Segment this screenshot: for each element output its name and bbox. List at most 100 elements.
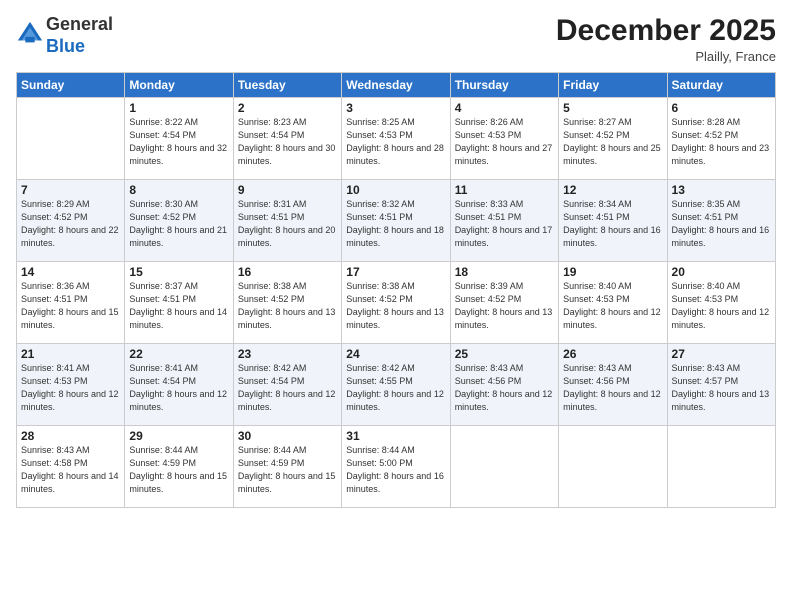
day-info: Sunrise: 8:42 AMSunset: 4:55 PMDaylight:… (346, 362, 445, 414)
week-row-4: 21Sunrise: 8:41 AMSunset: 4:53 PMDayligh… (17, 344, 776, 426)
day-info: Sunrise: 8:38 AMSunset: 4:52 PMDaylight:… (346, 280, 445, 332)
logo-blue: Blue (46, 36, 85, 56)
day-info: Sunrise: 8:39 AMSunset: 4:52 PMDaylight:… (455, 280, 554, 332)
day-cell: 16Sunrise: 8:38 AMSunset: 4:52 PMDayligh… (233, 262, 341, 344)
day-cell: 9Sunrise: 8:31 AMSunset: 4:51 PMDaylight… (233, 180, 341, 262)
day-info: Sunrise: 8:43 AMSunset: 4:56 PMDaylight:… (455, 362, 554, 414)
day-info: Sunrise: 8:35 AMSunset: 4:51 PMDaylight:… (672, 198, 771, 250)
day-info: Sunrise: 8:34 AMSunset: 4:51 PMDaylight:… (563, 198, 662, 250)
day-info: Sunrise: 8:38 AMSunset: 4:52 PMDaylight:… (238, 280, 337, 332)
calendar-table: SundayMondayTuesdayWednesdayThursdayFrid… (16, 72, 776, 508)
day-cell: 21Sunrise: 8:41 AMSunset: 4:53 PMDayligh… (17, 344, 125, 426)
day-info: Sunrise: 8:26 AMSunset: 4:53 PMDaylight:… (455, 116, 554, 168)
day-info: Sunrise: 8:36 AMSunset: 4:51 PMDaylight:… (21, 280, 120, 332)
day-info: Sunrise: 8:25 AMSunset: 4:53 PMDaylight:… (346, 116, 445, 168)
day-cell: 7Sunrise: 8:29 AMSunset: 4:52 PMDaylight… (17, 180, 125, 262)
day-info: Sunrise: 8:43 AMSunset: 4:56 PMDaylight:… (563, 362, 662, 414)
day-number: 14 (21, 265, 120, 279)
day-cell: 18Sunrise: 8:39 AMSunset: 4:52 PMDayligh… (450, 262, 558, 344)
day-number: 4 (455, 101, 554, 115)
day-number: 11 (455, 183, 554, 197)
day-number: 20 (672, 265, 771, 279)
week-row-2: 7Sunrise: 8:29 AMSunset: 4:52 PMDaylight… (17, 180, 776, 262)
day-info: Sunrise: 8:23 AMSunset: 4:54 PMDaylight:… (238, 116, 337, 168)
day-cell (450, 426, 558, 508)
day-number: 9 (238, 183, 337, 197)
day-number: 6 (672, 101, 771, 115)
weekday-saturday: Saturday (667, 73, 775, 98)
weekday-thursday: Thursday (450, 73, 558, 98)
day-number: 28 (21, 429, 120, 443)
day-number: 27 (672, 347, 771, 361)
logo-text: General Blue (46, 14, 113, 57)
day-number: 5 (563, 101, 662, 115)
weekday-friday: Friday (559, 73, 667, 98)
day-number: 12 (563, 183, 662, 197)
logo-general: General (46, 14, 113, 34)
day-info: Sunrise: 8:43 AMSunset: 4:58 PMDaylight:… (21, 444, 120, 496)
day-cell: 15Sunrise: 8:37 AMSunset: 4:51 PMDayligh… (125, 262, 233, 344)
logo-area: General Blue (16, 14, 113, 57)
day-info: Sunrise: 8:44 AMSunset: 4:59 PMDaylight:… (238, 444, 337, 496)
day-cell: 12Sunrise: 8:34 AMSunset: 4:51 PMDayligh… (559, 180, 667, 262)
day-cell: 2Sunrise: 8:23 AMSunset: 4:54 PMDaylight… (233, 98, 341, 180)
page: General Blue December 2025 Plailly, Fran… (0, 0, 792, 612)
location: Plailly, France (556, 49, 776, 64)
day-cell: 30Sunrise: 8:44 AMSunset: 4:59 PMDayligh… (233, 426, 341, 508)
day-info: Sunrise: 8:30 AMSunset: 4:52 PMDaylight:… (129, 198, 228, 250)
day-info: Sunrise: 8:40 AMSunset: 4:53 PMDaylight:… (672, 280, 771, 332)
day-number: 18 (455, 265, 554, 279)
day-info: Sunrise: 8:44 AMSunset: 5:00 PMDaylight:… (346, 444, 445, 496)
header: General Blue December 2025 Plailly, Fran… (16, 14, 776, 64)
day-number: 22 (129, 347, 228, 361)
day-number: 31 (346, 429, 445, 443)
day-number: 23 (238, 347, 337, 361)
day-cell: 29Sunrise: 8:44 AMSunset: 4:59 PMDayligh… (125, 426, 233, 508)
weekday-wednesday: Wednesday (342, 73, 450, 98)
day-info: Sunrise: 8:32 AMSunset: 4:51 PMDaylight:… (346, 198, 445, 250)
weekday-header-row: SundayMondayTuesdayWednesdayThursdayFrid… (17, 73, 776, 98)
day-cell: 17Sunrise: 8:38 AMSunset: 4:52 PMDayligh… (342, 262, 450, 344)
day-cell: 26Sunrise: 8:43 AMSunset: 4:56 PMDayligh… (559, 344, 667, 426)
day-number: 2 (238, 101, 337, 115)
day-cell: 8Sunrise: 8:30 AMSunset: 4:52 PMDaylight… (125, 180, 233, 262)
day-cell: 10Sunrise: 8:32 AMSunset: 4:51 PMDayligh… (342, 180, 450, 262)
day-info: Sunrise: 8:37 AMSunset: 4:51 PMDaylight:… (129, 280, 228, 332)
day-cell: 14Sunrise: 8:36 AMSunset: 4:51 PMDayligh… (17, 262, 125, 344)
weekday-sunday: Sunday (17, 73, 125, 98)
week-row-1: 1Sunrise: 8:22 AMSunset: 4:54 PMDaylight… (17, 98, 776, 180)
day-number: 1 (129, 101, 228, 115)
day-number: 19 (563, 265, 662, 279)
day-number: 8 (129, 183, 228, 197)
day-cell: 27Sunrise: 8:43 AMSunset: 4:57 PMDayligh… (667, 344, 775, 426)
week-row-5: 28Sunrise: 8:43 AMSunset: 4:58 PMDayligh… (17, 426, 776, 508)
day-info: Sunrise: 8:40 AMSunset: 4:53 PMDaylight:… (563, 280, 662, 332)
day-number: 21 (21, 347, 120, 361)
logo-icon (16, 20, 44, 48)
weekday-tuesday: Tuesday (233, 73, 341, 98)
weekday-monday: Monday (125, 73, 233, 98)
day-number: 26 (563, 347, 662, 361)
day-info: Sunrise: 8:33 AMSunset: 4:51 PMDaylight:… (455, 198, 554, 250)
day-cell (559, 426, 667, 508)
day-cell: 6Sunrise: 8:28 AMSunset: 4:52 PMDaylight… (667, 98, 775, 180)
day-number: 16 (238, 265, 337, 279)
title-area: December 2025 Plailly, France (556, 14, 776, 64)
day-cell: 11Sunrise: 8:33 AMSunset: 4:51 PMDayligh… (450, 180, 558, 262)
month-title: December 2025 (556, 14, 776, 47)
day-number: 25 (455, 347, 554, 361)
day-info: Sunrise: 8:42 AMSunset: 4:54 PMDaylight:… (238, 362, 337, 414)
day-info: Sunrise: 8:29 AMSunset: 4:52 PMDaylight:… (21, 198, 120, 250)
day-info: Sunrise: 8:41 AMSunset: 4:53 PMDaylight:… (21, 362, 120, 414)
day-info: Sunrise: 8:43 AMSunset: 4:57 PMDaylight:… (672, 362, 771, 414)
day-number: 7 (21, 183, 120, 197)
day-info: Sunrise: 8:22 AMSunset: 4:54 PMDaylight:… (129, 116, 228, 168)
day-cell: 28Sunrise: 8:43 AMSunset: 4:58 PMDayligh… (17, 426, 125, 508)
day-cell: 19Sunrise: 8:40 AMSunset: 4:53 PMDayligh… (559, 262, 667, 344)
day-info: Sunrise: 8:44 AMSunset: 4:59 PMDaylight:… (129, 444, 228, 496)
day-cell: 13Sunrise: 8:35 AMSunset: 4:51 PMDayligh… (667, 180, 775, 262)
day-cell: 31Sunrise: 8:44 AMSunset: 5:00 PMDayligh… (342, 426, 450, 508)
day-cell: 4Sunrise: 8:26 AMSunset: 4:53 PMDaylight… (450, 98, 558, 180)
day-cell: 1Sunrise: 8:22 AMSunset: 4:54 PMDaylight… (125, 98, 233, 180)
day-info: Sunrise: 8:27 AMSunset: 4:52 PMDaylight:… (563, 116, 662, 168)
